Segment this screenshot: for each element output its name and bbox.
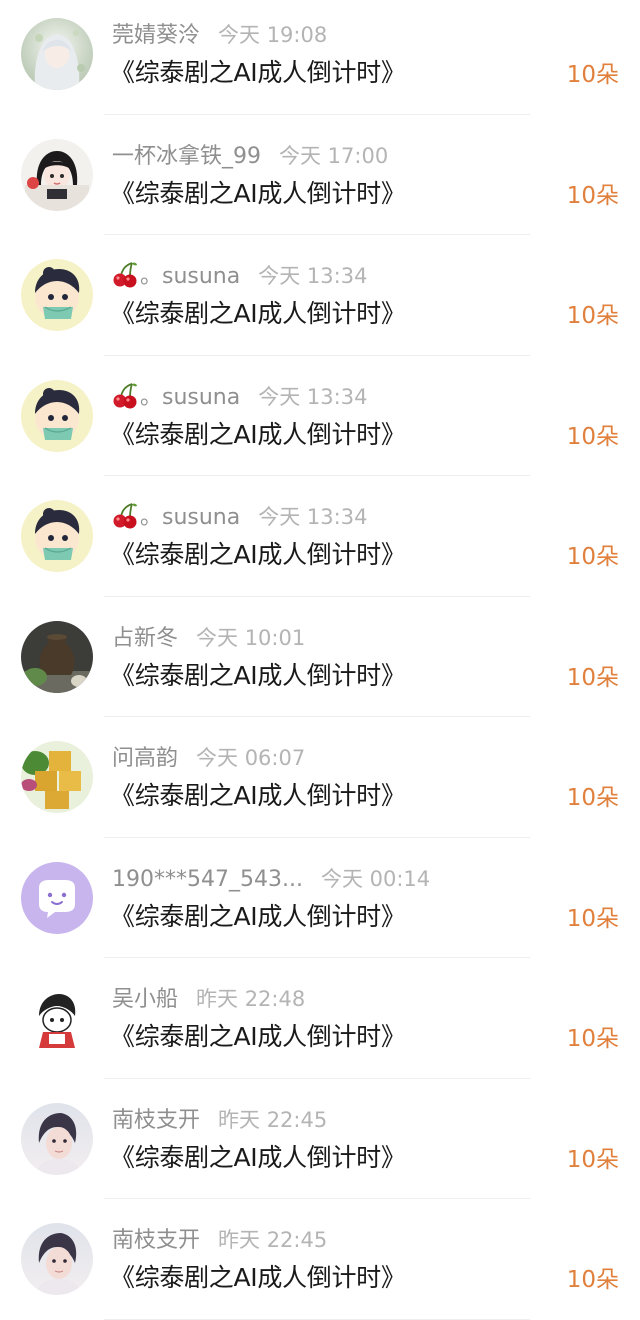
work-title: 《综泰剧之AI成人倒计时》 [110, 540, 406, 569]
list-item[interactable]: 莞婧葵泠 今天 19:08 《综泰剧之AI成人倒计时》 10朵 [0, 0, 640, 115]
list-item[interactable]: 。susuna 今天 13:34 《综泰剧之AI成人倒计时》 10朵 [0, 476, 640, 597]
work-title: 《综泰剧之AI成人倒计时》 [110, 58, 406, 87]
username[interactable]: 。susuna [140, 502, 240, 534]
list-item[interactable]: 190***547_543... 今天 00:14 《综泰剧之AI成人倒计时》 1… [0, 838, 640, 958]
work-title: 《综泰剧之AI成人倒计时》 [110, 299, 406, 328]
gift-count: 10朵 [566, 1267, 619, 1293]
avatar-yellow-cake[interactable] [21, 741, 93, 813]
username[interactable]: 吴小船 [112, 984, 178, 1016]
work-title: 《综泰剧之AI成人倒计时》 [110, 419, 406, 449]
item-meta: 问高韵 今天 06:07 [112, 742, 305, 774]
list-item[interactable]: 。susuna 今天 13:34 《综泰剧之AI成人倒计时》 10朵 [0, 235, 640, 356]
gift-count: 10朵 [566, 1146, 619, 1173]
timestamp: 今天 13:34 [258, 384, 368, 409]
timestamp: 今天 17:00 [279, 143, 389, 168]
item-meta: 占新冬 今天 10:01 [112, 622, 305, 654]
avatar-chibi-boy-mask[interactable] [21, 259, 93, 331]
avatar-anime-girl-white-hair[interactable] [21, 18, 93, 90]
list-item[interactable]: 一杯冰拿铁_99 今天 17:00 《综泰剧之AI成人倒计时》 10朵 [0, 115, 640, 235]
gift-record-list: 莞婧葵泠 今天 19:08 《综泰剧之AI成人倒计时》 10朵 一杯冰拿铁_99 今… [0, 0, 640, 1320]
gift-count: 10朵 [566, 182, 619, 209]
avatar-portrait-man[interactable] [21, 1223, 93, 1295]
timestamp: 今天 13:34 [258, 264, 368, 288]
item-meta: 吴小船 昨天 22:48 [112, 983, 305, 1015]
gift-count: 10朵 [566, 62, 619, 88]
timestamp: 今天 13:34 [258, 505, 368, 529]
username[interactable]: 一杯冰拿铁_99 [112, 141, 261, 173]
username[interactable]: 。susuna [140, 261, 240, 293]
timestamp: 今天 06:07 [196, 746, 306, 770]
gift-count: 10朵 [566, 785, 619, 811]
item-meta: 。susuna 今天 13:34 [112, 381, 367, 413]
list-item[interactable]: 。susuna 今天 13:34 《综泰剧之AI成人倒计时》 10朵 [0, 356, 640, 476]
gift-count: 10朵 [566, 905, 619, 932]
work-title: 《综泰剧之AI成人倒计时》 [110, 1263, 406, 1292]
avatar-chibi-boy-mask[interactable] [21, 379, 93, 452]
avatar-portrait-man[interactable] [21, 1102, 93, 1175]
item-meta: 。susuna 今天 13:34 [112, 501, 367, 533]
timestamp: 今天 19:08 [218, 23, 328, 47]
cherry-icon [113, 382, 137, 408]
item-meta: 一杯冰拿铁_99 今天 17:00 [112, 140, 388, 172]
username[interactable]: 。susuna [140, 382, 240, 414]
avatar-purple-chat-bubble[interactable] [21, 861, 93, 934]
work-title: 《综泰剧之AI成人倒计时》 [110, 781, 406, 810]
avatar-dark-vase[interactable] [21, 620, 93, 693]
list-item[interactable]: 南枝支开 昨天 22:45 《综泰剧之AI成人倒计时》 10朵 [0, 1079, 640, 1199]
avatar-chibi-sketch[interactable] [21, 982, 93, 1054]
item-meta: 190***547_543... 今天 00:14 [112, 863, 430, 895]
work-title: 《综泰剧之AI成人倒计时》 [110, 1022, 406, 1051]
work-title: 《综泰剧之AI成人倒计时》 [110, 901, 406, 931]
gift-count: 10朵 [566, 1026, 619, 1052]
timestamp: 今天 10:01 [196, 625, 306, 650]
item-meta: 南枝支开 昨天 22:45 [112, 1104, 327, 1136]
work-title: 《综泰剧之AI成人倒计时》 [110, 1142, 406, 1172]
work-title: 《综泰剧之AI成人倒计时》 [110, 178, 406, 208]
gift-count: 10朵 [566, 544, 619, 570]
username[interactable]: 南枝支开 [112, 1105, 200, 1137]
username[interactable]: 190***547_543... [112, 864, 303, 896]
timestamp: 昨天 22:45 [218, 1107, 328, 1132]
item-meta: 。susuna 今天 13:34 [112, 260, 367, 292]
timestamp: 今天 00:14 [320, 866, 431, 891]
gift-count: 10朵 [566, 664, 619, 691]
username[interactable]: 南枝支开 [112, 1225, 200, 1257]
username[interactable]: 占新冬 [112, 623, 178, 655]
timestamp: 昨天 22:45 [218, 1228, 328, 1252]
gift-count: 10朵 [566, 303, 619, 329]
work-title: 《综泰剧之AI成人倒计时》 [110, 660, 406, 690]
avatar-anime-girl-black-hair[interactable] [21, 138, 93, 211]
cherry-icon [113, 503, 137, 529]
gift-count: 10朵 [566, 423, 619, 450]
list-item[interactable]: 南枝支开 昨天 22:45 《综泰剧之AI成人倒计时》 10朵 [0, 1199, 640, 1320]
avatar-chibi-boy-mask[interactable] [21, 500, 93, 572]
item-meta: 莞婧葵泠 今天 19:08 [112, 19, 327, 51]
username[interactable]: 莞婧葵泠 [112, 20, 200, 52]
username[interactable]: 问高韵 [112, 743, 178, 775]
list-item[interactable]: 占新冬 今天 10:01 《综泰剧之AI成人倒计时》 10朵 [0, 597, 640, 717]
list-item[interactable]: 问高韵 今天 06:07 《综泰剧之AI成人倒计时》 10朵 [0, 717, 640, 838]
item-meta: 南枝支开 昨天 22:45 [112, 1224, 327, 1256]
cherry-icon [113, 262, 137, 288]
list-item[interactable]: 吴小船 昨天 22:48 《综泰剧之AI成人倒计时》 10朵 [0, 958, 640, 1079]
timestamp: 昨天 22:48 [196, 987, 306, 1011]
